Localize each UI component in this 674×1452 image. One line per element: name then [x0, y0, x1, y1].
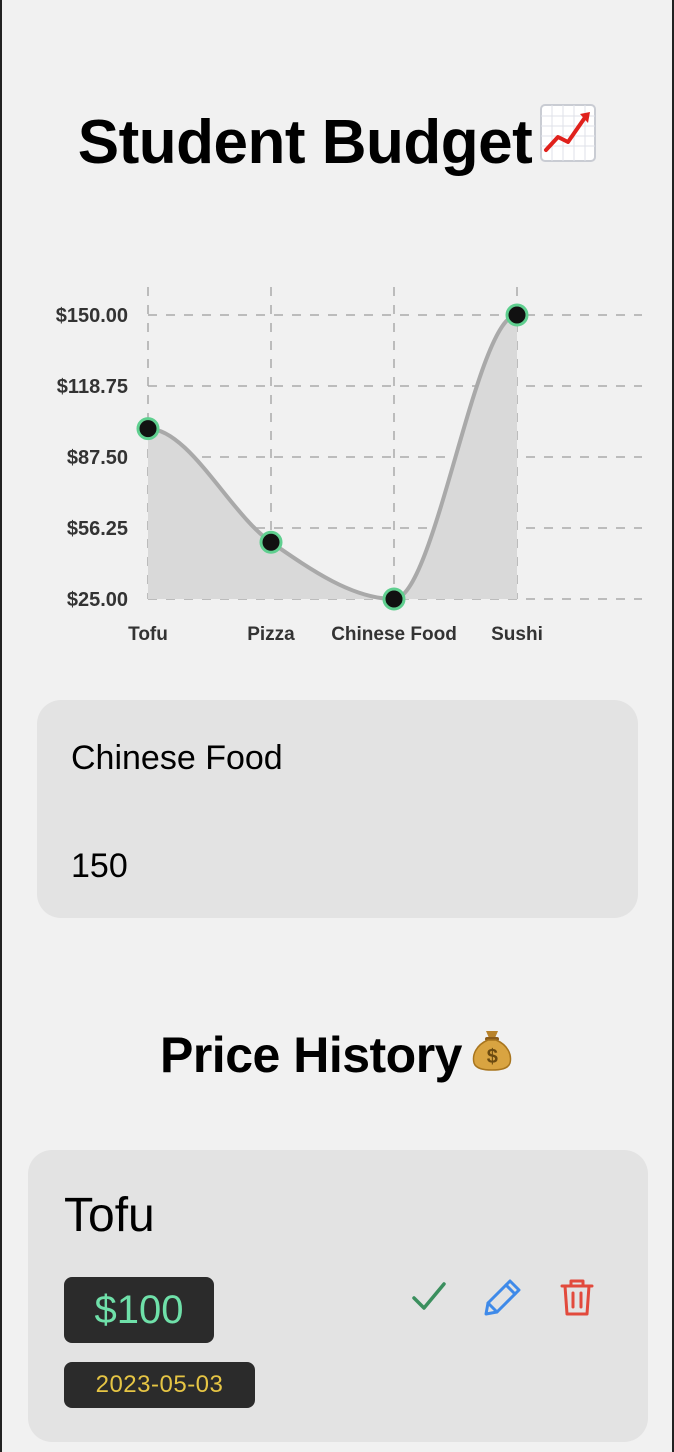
chart-x-axis: Tofu Pizza Chinese Food Sushi	[128, 624, 543, 645]
page-title: Student Budget	[2, 104, 672, 184]
price-chart: $25.00 $56.25 $87.50 $118.75 $150.00 Tofu Piz…	[56, 287, 642, 645]
item-price-input[interactable]	[71, 844, 591, 888]
trash-icon	[560, 1279, 594, 1316]
data-point-sushi	[505, 303, 529, 327]
y-tick-label: $150.00	[56, 305, 128, 327]
y-tick-label: $87.50	[67, 447, 128, 469]
edit-button[interactable]	[480, 1274, 526, 1320]
x-tick-label: Sushi	[491, 624, 543, 645]
delete-button[interactable]	[554, 1274, 600, 1320]
section-title-text: Price History	[160, 1027, 462, 1083]
x-tick-label: Chinese Food	[331, 624, 457, 645]
price-badge: $100	[64, 1277, 214, 1343]
y-tick-label: $56.25	[67, 518, 128, 540]
chart-increasing-icon	[540, 104, 597, 179]
checkmark-icon	[412, 1282, 446, 1310]
y-tick-label: $118.75	[57, 376, 128, 398]
pencil-icon	[484, 1279, 521, 1316]
date-badge: 2023-05-03	[64, 1362, 255, 1408]
entry-form	[37, 700, 638, 918]
confirm-button[interactable]	[406, 1274, 452, 1320]
chart-y-axis: $25.00 $56.25 $87.50 $118.75 $150.00	[56, 305, 128, 611]
item-name: Tofu	[64, 1189, 155, 1242]
data-point-pizza	[259, 530, 283, 554]
x-tick-label: Tofu	[128, 624, 168, 645]
y-tick-label: $25.00	[67, 589, 128, 611]
item-name-input[interactable]	[71, 736, 591, 780]
section-title: Price History $	[2, 1024, 672, 1090]
data-point-chinese-food	[382, 587, 406, 611]
svg-text:$: $	[487, 1046, 498, 1068]
page-title-text: Student Budget	[77, 108, 533, 177]
data-point-tofu	[136, 417, 160, 441]
history-item-card: Tofu $100 2023-05-03	[28, 1150, 648, 1442]
money-bag-icon: $	[470, 1023, 514, 1085]
x-tick-label: Pizza	[247, 624, 295, 645]
